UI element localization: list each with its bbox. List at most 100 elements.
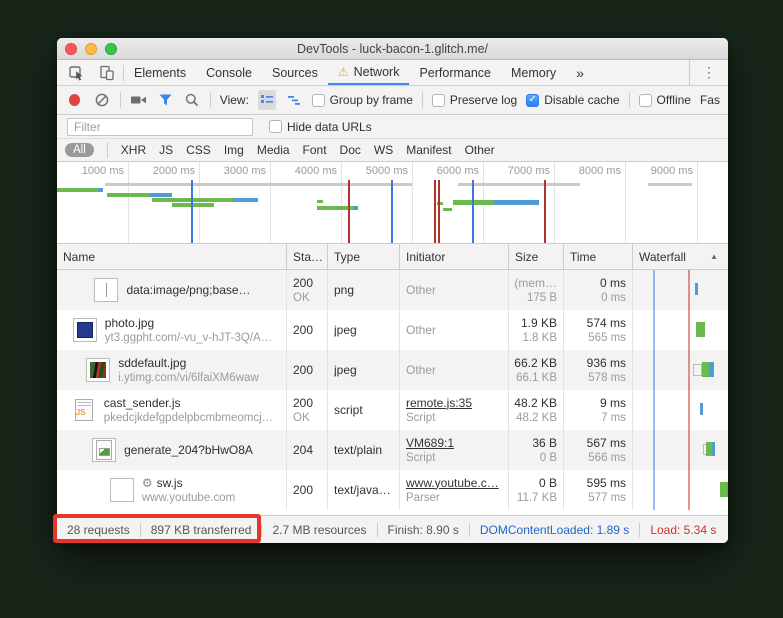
overview-request-bar [107,193,149,197]
checkbox-unchecked[interactable] [639,94,652,107]
tab-performance[interactable]: Performance [409,60,501,85]
time: 574 ms [587,315,626,331]
size-content: 11.7 KB [517,491,557,506]
waterfall-cell[interactable] [632,390,728,430]
filter-pill-media[interactable]: Media [257,143,290,157]
tab-sources[interactable]: Sources [262,60,328,85]
status-text: OK [293,291,321,306]
column-header-status[interactable]: Sta… [286,244,327,269]
request-name: data:image/png;base… [126,282,250,298]
domcontentloaded-time: DOMContentLoaded: 1.89 s [470,523,639,537]
resources-size: 2.7 MB resources [262,523,376,537]
file-icon-image-placeholder [94,278,118,302]
file-icon-video-thumbnail [86,358,110,382]
tab-network[interactable]: ⚠ Network [328,60,410,85]
initiator-link[interactable]: VM689:1 [406,435,502,451]
column-header-name[interactable]: Name [57,244,286,269]
timeline-tick-label: 2000 ms [129,165,195,177]
filter-pill-other[interactable]: Other [465,143,495,157]
filter-pill-manifest[interactable]: Manifest [406,143,451,157]
table-row[interactable]: data:image/png;base… 200OK png Other (me… [57,270,728,310]
filter-pill-img[interactable]: Img [224,143,244,157]
devtools-tabbar: Elements Console Sources ⚠ Network Perfo… [57,60,728,86]
timeline-tick-label: 7000 ms [484,165,550,177]
initiator-link[interactable]: remote.js:35 [406,395,502,411]
filter-pill-ws[interactable]: WS [374,143,393,157]
network-status-bar: 28 requests 897 KB transferred 2.7 MB re… [57,515,728,543]
table-row[interactable]: ⚙sw.js www.youtube.com 200 text/java… ww… [57,470,728,510]
more-tabs-icon[interactable]: » [566,60,594,85]
clear-icon[interactable] [93,90,111,110]
timeline-tick-label: 6000 ms [413,165,479,177]
record-button[interactable] [69,94,80,106]
column-header-size[interactable]: Size [508,244,563,269]
checkbox-checked[interactable]: ✓ [526,94,539,107]
column-header-type[interactable]: Type [327,244,399,269]
filter-input[interactable] [67,118,253,136]
device-toolbar-icon[interactable] [97,63,117,83]
latency: 0 ms [601,291,626,306]
load-event-line [438,180,440,243]
preserve-log-checkbox[interactable]: Preserve log [432,93,517,107]
inspect-element-icon[interactable] [67,63,87,83]
tab-memory[interactable]: Memory [501,60,566,85]
initiator-link[interactable]: www.youtube.c… [406,475,502,491]
devtools-menu-icon[interactable]: ⋮ [689,60,728,85]
tab-elements[interactable]: Elements [124,60,196,85]
overview-request-bar [172,203,214,207]
waterfall-request-bar [695,283,698,295]
table-row[interactable]: photo.jpgyt3.ggpht.com/-vu_v-hJT-3Q/A… 2… [57,310,728,350]
column-header-time[interactable]: Time [563,244,632,269]
time: 567 ms [587,435,626,451]
waterfall-cell[interactable] [632,350,728,390]
filter-pill-js[interactable]: JS [159,143,173,157]
overview-request-bar [98,188,103,192]
checkbox-unchecked[interactable] [432,94,445,107]
overview-request-bar [353,206,358,210]
load-time: Load: 5.34 s [640,523,726,537]
request-type: script [334,402,393,418]
load-marker-line [688,270,690,510]
column-header-initiator[interactable]: Initiator [399,244,508,269]
filter-funnel-icon[interactable] [156,90,174,110]
overview-request-bar [57,188,98,192]
waterfall-cell[interactable] [632,270,728,310]
search-icon[interactable] [183,90,201,110]
throttling-dropdown[interactable]: Fas [700,93,720,107]
overview-request-bar [458,183,580,186]
divider [422,92,423,108]
timeline-gridline [697,162,698,243]
overview-request-bar [494,200,539,205]
waterfall-cell[interactable] [632,470,728,510]
divider [120,92,121,108]
filmstrip-camera-icon[interactable] [129,90,147,110]
request-name: photo.jpg [105,315,272,331]
checkbox-unchecked[interactable] [312,94,325,107]
group-by-frame-checkbox[interactable]: Group by frame [312,93,413,107]
table-row[interactable]: generate_204?bHwO8A 204 text/plain VM689… [57,430,728,470]
status-code: 200 [293,362,321,378]
checkbox-unchecked[interactable] [269,120,282,133]
divider [629,92,630,108]
column-header-waterfall[interactable]: Waterfall ▲ [632,244,728,269]
timeline-gridline [625,162,626,243]
load-event-line [348,180,350,243]
filter-pill-doc[interactable]: Doc [340,143,361,157]
hide-data-urls-checkbox[interactable]: Hide data URLs [269,120,372,134]
view-list-icon[interactable] [258,90,276,110]
filter-pill-font[interactable]: Font [303,143,327,157]
network-overview-timeline[interactable]: 1000 ms2000 ms3000 ms4000 ms5000 ms6000 … [57,162,728,244]
filter-pill-xhr[interactable]: XHR [121,143,146,157]
table-row[interactable]: JS cast_sender.jspkedcjkdefgpdelpbcmbmeo… [57,390,728,430]
filter-pill-css[interactable]: CSS [186,143,211,157]
waterfall-cell[interactable] [632,430,728,470]
table-row[interactable]: sddefault.jpgi.ytimg.com/vi/6lfaiXM6waw … [57,350,728,390]
offline-checkbox[interactable]: Offline [639,93,691,107]
waterfall-cell[interactable] [632,310,728,350]
view-waterfall-icon[interactable] [285,90,303,110]
disable-cache-checkbox[interactable]: ✓ Disable cache [526,93,619,107]
initiator-kind: Parser [406,491,502,506]
tab-console[interactable]: Console [196,60,262,85]
filter-pill-all[interactable]: All [65,143,94,157]
waterfall-request-bar [702,362,709,377]
